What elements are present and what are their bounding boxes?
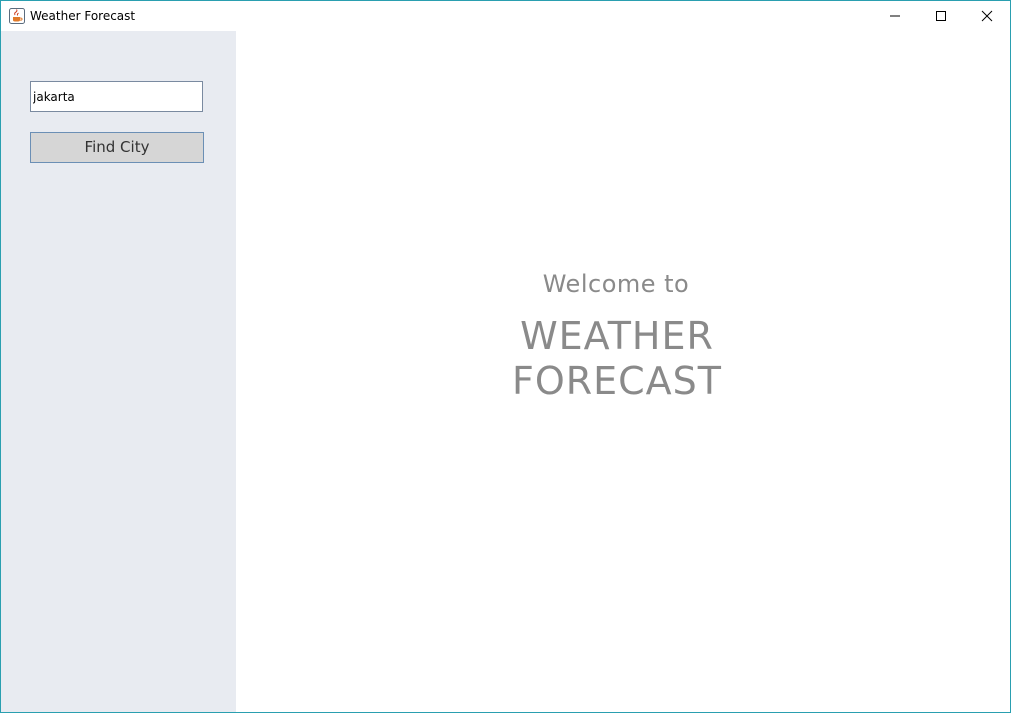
app-window: Weather Forecast Find City Welcome to WE…: [0, 0, 1011, 713]
find-city-button[interactable]: Find City: [30, 132, 204, 163]
main-content: Welcome to WEATHER FORECAST: [236, 31, 1010, 712]
close-icon: [981, 10, 993, 22]
java-cup-icon: [9, 8, 25, 24]
minimize-button[interactable]: [872, 1, 918, 31]
close-button[interactable]: [964, 1, 1010, 31]
welcome-text: Welcome to: [542, 270, 690, 298]
minimize-icon: [890, 15, 900, 17]
app-name-line-2: FORECAST: [511, 359, 723, 403]
city-search-input[interactable]: [30, 81, 203, 112]
app-name-heading: WEATHER FORECAST: [236, 314, 998, 404]
title-bar[interactable]: Weather Forecast: [1, 1, 1010, 31]
sidebar: Find City: [1, 31, 236, 712]
window-title: Weather Forecast: [30, 9, 136, 23]
maximize-button[interactable]: [918, 1, 964, 31]
maximize-icon: [936, 11, 946, 21]
app-name-line-1: WEATHER: [520, 314, 714, 358]
